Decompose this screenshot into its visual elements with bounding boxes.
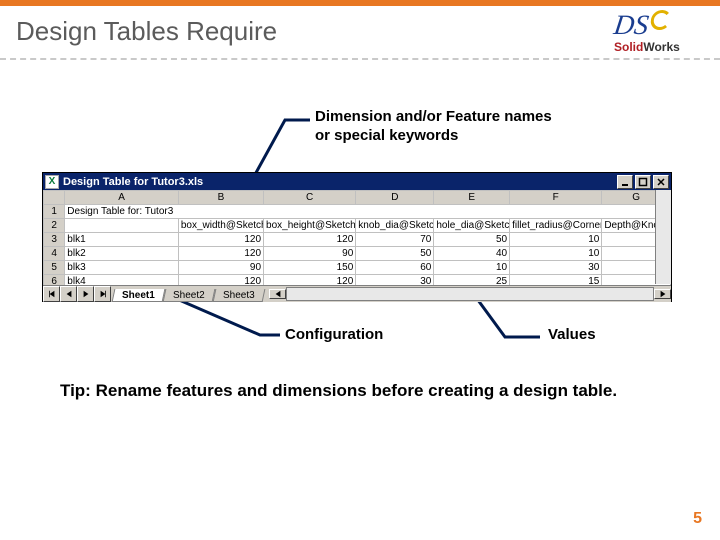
scroll-left[interactable]	[269, 289, 286, 299]
callout-configuration: Configuration	[285, 326, 383, 343]
sheet-tab[interactable]: Sheet2	[162, 289, 214, 302]
col-header[interactable]: B	[178, 191, 263, 205]
column-header-row: A B C D E F G	[44, 191, 671, 205]
col-header[interactable]: E	[434, 191, 510, 205]
slide-header: Design Tables Require DS SolidWorks	[0, 6, 720, 60]
col-header[interactable]: D	[356, 191, 434, 205]
table-row: 5 blk3 90 150 60 10 30 15	[44, 261, 671, 275]
tab-nav-next[interactable]	[77, 286, 94, 302]
callout-values: Values	[548, 326, 596, 343]
sheet-tab[interactable]: Sheet3	[212, 289, 264, 302]
window-titlebar: X Design Table for Tutor3.xls	[43, 173, 671, 190]
col-header[interactable]: A	[65, 191, 179, 205]
tip-label: Tip:	[60, 381, 91, 400]
col-header[interactable]: C	[264, 191, 356, 205]
tab-nav-last[interactable]	[94, 286, 111, 302]
maximize-button[interactable]	[635, 175, 651, 189]
tab-nav-first[interactable]	[43, 286, 60, 302]
horizontal-scrollbar[interactable]	[269, 286, 671, 302]
col-header[interactable]: F	[510, 191, 602, 205]
window-title-text: Design Table for Tutor3.xls	[63, 176, 203, 188]
page-number: 5	[693, 510, 702, 528]
table-row: 1 Design Table for: Tutor3	[44, 205, 671, 219]
table-row: 4 blk2 120 90 50 40 10 15	[44, 247, 671, 261]
sheet-tabs: Sheet1 Sheet2 Sheet3	[113, 286, 263, 302]
callout-header-names: Dimension and/or Feature names or specia…	[315, 108, 635, 146]
page-title: Design Tables Require	[16, 16, 614, 57]
tip-body: Rename features and dimensions before cr…	[96, 381, 617, 400]
scroll-right[interactable]	[654, 289, 671, 299]
minimize-button[interactable]	[617, 175, 633, 189]
table-row: 3 blk1 120 120 70 50 10 50	[44, 233, 671, 247]
solidworks-logo: DS SolidWorks	[614, 14, 704, 58]
vertical-scrollbar[interactable]	[655, 190, 671, 284]
tab-nav-prev[interactable]	[60, 286, 77, 302]
tip-text: Tip: Rename features and dimensions befo…	[60, 380, 660, 402]
table-row: 2 box_width@Sketch1 box_height@Sketch1 k…	[44, 219, 671, 233]
excel-icon: X	[45, 175, 59, 189]
table-row: 6 blk4 120 120 30 25 15 90	[44, 275, 671, 286]
sheet-tab[interactable]: Sheet1	[112, 289, 166, 302]
window-footer: Sheet1 Sheet2 Sheet3	[43, 285, 671, 302]
spreadsheet-grid[interactable]: A B C D E F G 1 Design Table for: Tutor3…	[43, 190, 671, 285]
title-cell[interactable]: Design Table for: Tutor3	[65, 205, 671, 219]
close-button[interactable]	[653, 175, 669, 189]
sheet-area[interactable]: A B C D E F G 1 Design Table for: Tutor3…	[43, 190, 671, 285]
excel-window: X Design Table for Tutor3.xls A B C D E …	[42, 172, 672, 302]
